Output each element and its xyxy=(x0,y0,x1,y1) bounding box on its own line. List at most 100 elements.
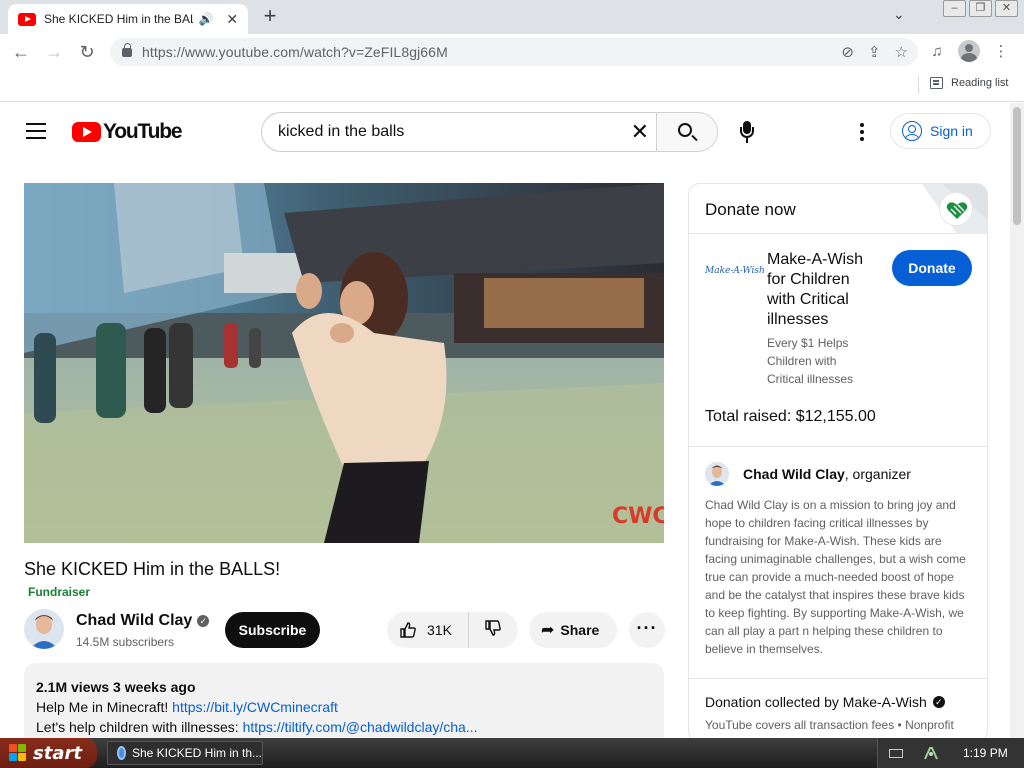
youtube-logo[interactable]: YouTube xyxy=(72,120,183,144)
donate-panel: Donate now Make-A-Wish Make-A-Wish for C… xyxy=(688,183,988,738)
thumbs-down-icon xyxy=(485,619,501,636)
share-button[interactable]: ➦ Share xyxy=(529,612,617,648)
total-raised: Total raised: $12,155.00 xyxy=(705,408,876,425)
video-title: She KICKED Him in the BALLS! xyxy=(24,559,281,579)
channel-name-text[interactable]: Chad Wild Clay xyxy=(76,612,192,629)
search-query[interactable]: kicked in the balls xyxy=(278,123,404,141)
taskbar-chrome-window[interactable]: She KICKED Him in th... xyxy=(107,741,263,765)
speaker-icon[interactable]: 🔊 xyxy=(199,12,215,26)
taskbar-window-title: She KICKED Him in th... xyxy=(131,746,262,760)
reload-button[interactable]: ↻ xyxy=(75,40,99,64)
make-a-wish-logo: Make-A-Wish xyxy=(705,266,765,276)
description-text-2: Let's help children with illnesses: xyxy=(36,719,243,735)
address-bar[interactable]: https://www.youtube.com/watch?v=ZeFIL8gj… xyxy=(110,38,918,66)
close-tab-icon[interactable]: ✕ xyxy=(224,11,240,28)
share-label: Share xyxy=(560,622,600,638)
youtube-page: YouTube kicked in the balls ✕ Sign in CW… xyxy=(0,103,1010,738)
nonprofit-name: Make-A-Wish for Children with Critical i… xyxy=(767,251,864,328)
like-dislike-group: 31K xyxy=(387,612,518,648)
reading-list-label: Reading list xyxy=(951,77,1009,89)
profile-avatar-icon[interactable] xyxy=(958,40,980,62)
toolbar-right: ♫ ⋮ xyxy=(926,40,1012,62)
scrollbar-thumb[interactable] xyxy=(1013,107,1021,225)
organizer-name: Chad Wild Clay xyxy=(743,466,845,482)
network-icon[interactable] xyxy=(923,745,939,761)
subscribe-button[interactable]: Subscribe xyxy=(225,612,320,648)
share-page-icon[interactable]: ⇪ xyxy=(868,43,881,61)
taskbar: start She KICKED Him in th... 1:19 PM xyxy=(0,738,1024,768)
fundraiser-badge[interactable]: Fundraiser xyxy=(28,585,90,599)
account-icon xyxy=(902,121,922,141)
clock: 1:19 PM xyxy=(963,746,1008,760)
system-tray: 1:19 PM xyxy=(877,738,1024,768)
search-input[interactable]: kicked in the balls ✕ xyxy=(261,112,657,152)
page-scrollbar[interactable] xyxy=(1010,103,1024,738)
reading-list-icon xyxy=(930,77,943,89)
tab-search-chevron-icon[interactable]: ⌄ xyxy=(893,6,905,23)
microphone-icon[interactable] xyxy=(738,121,756,143)
tab-title: She KICKED Him in the BALLS! xyxy=(44,12,193,26)
description-text-1: Help Me in Minecraft! xyxy=(36,699,173,715)
like-button[interactable]: 31K xyxy=(387,612,469,648)
close-window-button[interactable]: ✕ xyxy=(995,0,1018,17)
donate-button[interactable]: Donate xyxy=(892,250,972,286)
lock-icon[interactable] xyxy=(122,42,132,57)
media-controls-icon[interactable]: ♫ xyxy=(926,43,948,60)
nonprofit-tagline: Every $1 Helps Children with Critical il… xyxy=(767,336,854,386)
video-description[interactable]: 2.1M views 3 weeks ago Help Me in Minecr… xyxy=(24,663,664,738)
collected-by-text: Donation collected by Make-A-Wish xyxy=(705,694,927,710)
channel-watermark: CWC xyxy=(612,504,664,529)
donate-header: Donate now xyxy=(689,184,987,234)
settings-more-icon[interactable] xyxy=(853,123,871,141)
bookmark-star-icon[interactable]: ☆ xyxy=(895,43,908,61)
verified-badge-icon: ✓ xyxy=(197,615,210,627)
menu-icon[interactable] xyxy=(26,123,46,139)
search-button[interactable] xyxy=(656,112,718,152)
channel-name[interactable]: Chad Wild Clay ✓ xyxy=(76,612,210,630)
back-button[interactable]: ← xyxy=(9,40,33,64)
description-line-1: Help Me in Minecraft! https://bit.ly/CWC… xyxy=(36,697,652,717)
donate-divider xyxy=(689,446,987,447)
bookmarks-divider xyxy=(918,76,919,94)
restore-button[interactable]: ❐ xyxy=(969,0,992,17)
donate-divider-2 xyxy=(689,678,987,679)
thumbs-up-icon xyxy=(400,622,416,638)
channel-avatar-image xyxy=(24,609,64,649)
organizer-role: , organizer xyxy=(844,466,911,482)
youtube-play-icon xyxy=(72,122,101,142)
collected-by: Donation collected by Make-A-Wish ✓ xyxy=(705,694,945,710)
sign-in-button[interactable]: Sign in xyxy=(890,113,991,149)
tracking-blocked-icon[interactable]: ⊘ xyxy=(841,43,854,61)
video-player[interactable]: CWC xyxy=(24,183,664,543)
start-button[interactable]: start xyxy=(0,738,97,768)
bookmarks-bar: Reading list xyxy=(0,70,1024,102)
clear-search-icon[interactable]: ✕ xyxy=(631,121,649,143)
browser-toolbar: ← → ↻ https://www.youtube.com/watch?v=Ze… xyxy=(0,34,1024,70)
video-owner-row: Chad Wild Clay ✓ 14.5M subscribers Subscr… xyxy=(24,609,665,651)
omnibox-actions: ⊘ ⇪ ☆ xyxy=(841,43,908,61)
organizer-description: Chad Wild Clay is on a mission to bring … xyxy=(705,498,966,656)
youtube-logo-text: YouTube xyxy=(103,120,183,143)
donate-heart-icon xyxy=(939,192,973,226)
search-icon xyxy=(678,123,692,137)
minimize-button[interactable]: – xyxy=(943,0,966,17)
url-text[interactable]: https://www.youtube.com/watch?v=ZeFIL8gj… xyxy=(142,44,448,60)
browser-menu-icon[interactable]: ⋮ xyxy=(990,42,1012,60)
window-controls: – ❐ ✕ xyxy=(943,0,1018,17)
browser-tab-active[interactable]: She KICKED Him in the BALLS! 🔊 ✕ xyxy=(8,4,248,34)
transaction-fees-note: YouTube covers all transaction fees • No… xyxy=(705,718,954,738)
video-frame: CWC xyxy=(24,183,664,543)
youtube-header: YouTube kicked in the balls ✕ Sign in xyxy=(0,103,1010,159)
keyboard-icon[interactable] xyxy=(889,748,903,758)
reading-list-button[interactable]: Reading list xyxy=(930,77,1008,89)
dislike-button[interactable] xyxy=(469,619,517,642)
view-count-and-date: 2.1M views 3 weeks ago xyxy=(36,679,196,695)
donate-now-heading: Donate now xyxy=(705,200,796,219)
forward-button[interactable]: → xyxy=(42,40,66,64)
tiltify-link[interactable]: https://tiltify.com/@chadwildclay/cha... xyxy=(243,719,478,735)
channel-avatar[interactable] xyxy=(24,609,64,649)
more-actions-button[interactable]: ··· xyxy=(629,612,665,648)
new-tab-button[interactable]: + xyxy=(258,5,282,29)
minecraft-link[interactable]: https://bit.ly/CWCminecraft xyxy=(172,699,338,715)
share-arrow-icon: ➦ xyxy=(541,622,555,639)
